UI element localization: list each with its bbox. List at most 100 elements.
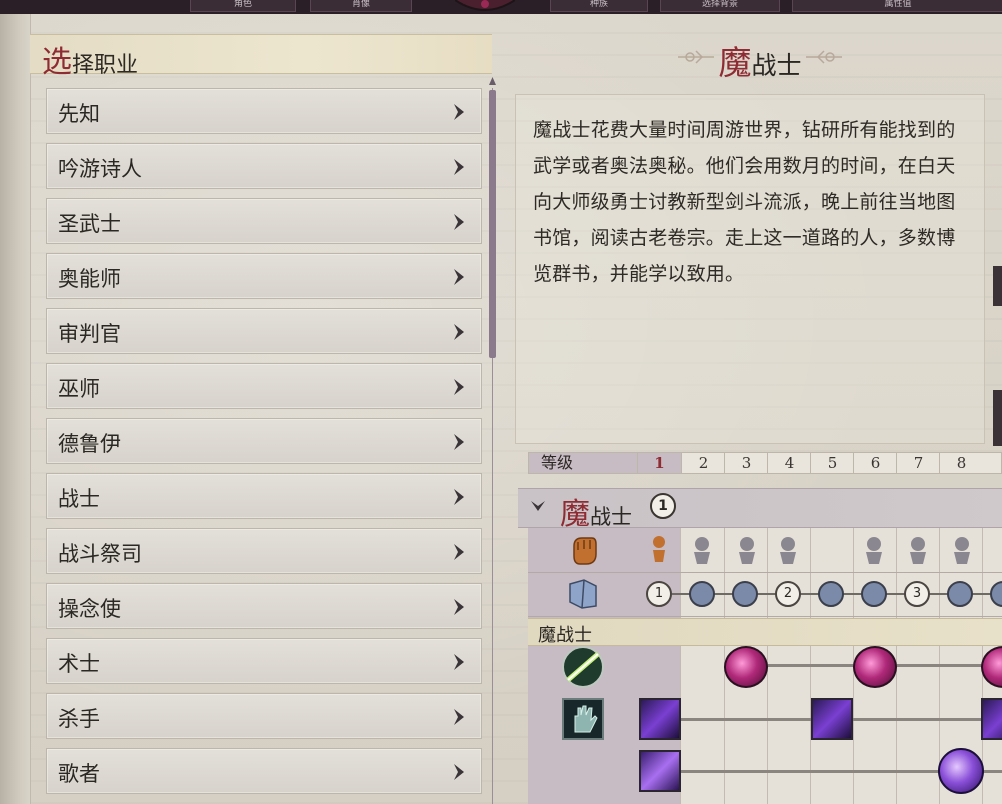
tab-portrait[interactable]: 肖像 xyxy=(310,0,412,12)
progression-class-name: 魔战士 xyxy=(560,489,632,533)
title-rest: 择职业 xyxy=(72,53,139,78)
chevron-right-icon xyxy=(454,654,464,670)
feat-icon[interactable] xyxy=(733,534,761,566)
class-item-arcanist[interactable]: 奥能师 xyxy=(46,253,482,299)
level-cell[interactable]: 1 xyxy=(637,453,681,473)
bab-dot[interactable] xyxy=(732,581,758,607)
top-tab-bar: 角色 肖像 种族 选择背景 属性值 xyxy=(0,0,1002,14)
bab-marker[interactable]: 2 xyxy=(775,581,801,607)
tab-attributes[interactable]: 属性值 xyxy=(792,0,1002,12)
class-label: 操念使 xyxy=(58,597,121,621)
tab-background[interactable]: 选择背景 xyxy=(660,0,780,12)
select-class-header: 选择职业 xyxy=(30,34,492,80)
feat-icon[interactable] xyxy=(774,534,802,566)
chevron-right-icon xyxy=(454,159,464,175)
class-label: 审判官 xyxy=(58,322,121,346)
level-cell[interactable]: 2 xyxy=(681,453,725,473)
blade-spell-icon[interactable] xyxy=(811,698,853,740)
chevron-right-icon xyxy=(454,269,464,285)
class-title-initial: 魔 xyxy=(718,43,752,82)
select-class-title: 选择职业 xyxy=(42,37,138,81)
class-item-sorcerer[interactable]: 术士 xyxy=(46,638,482,684)
arcane-orb-icon[interactable] xyxy=(724,646,768,688)
right-edge-tab xyxy=(993,266,1002,306)
top-ornament-icon xyxy=(455,0,515,11)
fist-icon[interactable] xyxy=(566,532,602,568)
class-description: 魔战士花费大量时间周游世界，钻研所有能找到的武学或者奥法奥秘。他们会用数月的时间… xyxy=(533,119,956,285)
level-row: 等级 1 2 3 4 5 6 7 8 xyxy=(528,452,1002,474)
sword-spell-icon[interactable] xyxy=(560,646,606,688)
title-initial: 选 xyxy=(42,45,72,80)
bab-marker[interactable]: 3 xyxy=(904,581,930,607)
chevron-right-icon xyxy=(454,324,464,340)
book-icon[interactable] xyxy=(566,578,600,610)
chevron-right-icon xyxy=(454,434,464,450)
class-label: 奥能师 xyxy=(58,267,121,291)
class-item-fighter[interactable]: 战士 xyxy=(46,473,482,519)
arcane-strike-icon[interactable] xyxy=(639,750,681,792)
scrollbar-thumb[interactable] xyxy=(489,90,496,358)
magus-features-label: 魔战士 xyxy=(538,625,592,646)
level-cell[interactable]: 5 xyxy=(810,453,854,473)
arcane-orb-icon[interactable] xyxy=(853,646,897,688)
bab-dot[interactable] xyxy=(861,581,887,607)
chevron-right-icon xyxy=(454,599,464,615)
class-label: 战士 xyxy=(58,487,100,511)
blade-spell-icon[interactable] xyxy=(981,698,1002,740)
chevron-right-icon xyxy=(454,214,464,230)
class-label: 巫师 xyxy=(58,377,100,401)
chevron-down-icon[interactable] xyxy=(530,499,546,513)
feat-icon[interactable] xyxy=(860,534,888,566)
class-label: 德鲁伊 xyxy=(58,432,121,456)
magus-features-header: 魔战士 xyxy=(528,618,1002,646)
class-item-warpriest[interactable]: 战斗祭司 xyxy=(46,528,482,574)
class-label: 术士 xyxy=(58,652,100,676)
arcane-orb-icon[interactable] xyxy=(938,748,984,794)
class-title-text: 魔战士 xyxy=(718,43,802,82)
bab-dot[interactable] xyxy=(947,581,973,607)
class-item-kineticist[interactable]: 操念使 xyxy=(46,583,482,629)
class-item-slayer[interactable]: 杀手 xyxy=(46,693,482,739)
class-item-druid[interactable]: 德鲁伊 xyxy=(46,418,482,464)
chevron-right-icon xyxy=(454,489,464,505)
right-edge-tab xyxy=(993,390,1002,446)
blade-spell-icon[interactable] xyxy=(639,698,681,740)
tab-race[interactable]: 种族 xyxy=(550,0,648,12)
class-item-oracle[interactable]: 先知 xyxy=(46,88,482,134)
feat-icon[interactable] xyxy=(688,534,716,566)
bab-marker[interactable]: 1 xyxy=(646,581,672,607)
bab-dot[interactable] xyxy=(818,581,844,607)
bab-dot[interactable] xyxy=(689,581,715,607)
feat-icon[interactable] xyxy=(904,534,932,566)
class-item-paladin[interactable]: 圣武士 xyxy=(46,198,482,244)
level-cell[interactable]: 7 xyxy=(896,453,940,473)
class-progression-header[interactable]: 魔战士 1 xyxy=(518,488,1002,532)
feat-icon[interactable] xyxy=(948,534,976,566)
class-label: 吟游诗人 xyxy=(58,157,142,181)
chevron-right-icon xyxy=(454,764,464,780)
feat-marker-icon[interactable] xyxy=(648,534,670,566)
scroll-up-arrow-icon[interactable] xyxy=(488,76,497,88)
chevron-right-icon xyxy=(454,379,464,395)
level-cell[interactable]: 8 xyxy=(939,453,983,473)
class-list: 先知 吟游诗人 圣武士 奥能师 审判官 巫师 德鲁伊 战士 战斗祭司 操念使 术… xyxy=(46,88,482,803)
class-item-bard[interactable]: 吟游诗人 xyxy=(46,143,482,189)
class-item-inquisitor[interactable]: 审判官 xyxy=(46,308,482,354)
class-label: 杀手 xyxy=(58,707,100,731)
class-title-rest: 战士 xyxy=(751,51,802,80)
class-label: 圣武士 xyxy=(58,212,121,236)
class-item-witch[interactable]: 巫师 xyxy=(46,363,482,409)
progression-class-initial: 魔 xyxy=(560,497,590,532)
book-binding-edge xyxy=(0,14,31,804)
level-cell[interactable]: 6 xyxy=(853,453,897,473)
level-cell[interactable]: 3 xyxy=(724,453,768,473)
progression-class-rest: 战士 xyxy=(590,505,632,529)
tab-character[interactable]: 角色 xyxy=(190,0,296,12)
level-cell[interactable]: 4 xyxy=(767,453,811,473)
class-label: 战斗祭司 xyxy=(58,542,142,566)
class-item-skald[interactable]: 歌者 xyxy=(46,748,482,794)
glowing-hand-icon[interactable] xyxy=(562,698,604,740)
chevron-right-icon xyxy=(454,104,464,120)
class-label: 歌者 xyxy=(58,762,100,786)
chevron-right-icon xyxy=(454,544,464,560)
